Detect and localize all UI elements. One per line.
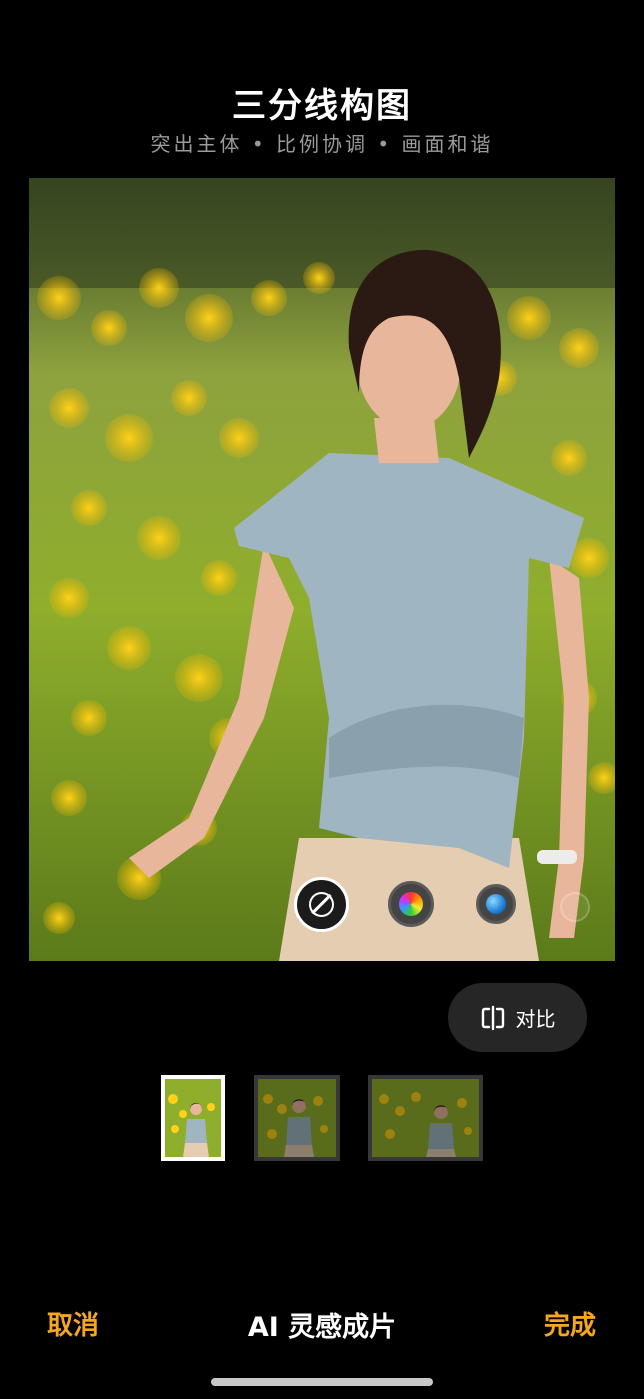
no-filter-icon bbox=[309, 892, 334, 917]
main-photo-preview bbox=[29, 178, 615, 961]
blue-filter-icon bbox=[486, 894, 506, 914]
cancel-button[interactable]: 取消 bbox=[47, 1305, 99, 1342]
blue-filter-button[interactable] bbox=[476, 884, 516, 924]
photo-image bbox=[29, 178, 615, 961]
compare-split-icon bbox=[481, 1005, 504, 1030]
multicolor-filter-button[interactable] bbox=[388, 881, 434, 927]
thumbnail-landscape[interactable] bbox=[368, 1075, 483, 1161]
done-button[interactable]: 完成 bbox=[544, 1305, 596, 1342]
page-title: 三分线构图 bbox=[232, 86, 412, 126]
page-subtitle: 突出主体 • 比例协调 • 画面和谐 bbox=[150, 132, 494, 156]
home-indicator[interactable] bbox=[211, 1378, 433, 1386]
thumbnail-image bbox=[372, 1079, 479, 1157]
thumbnail-image bbox=[165, 1079, 221, 1157]
compare-button[interactable]: 对比 bbox=[448, 983, 587, 1052]
multicolor-filter-icon bbox=[399, 892, 423, 916]
thumbnail-portrait[interactable] bbox=[161, 1075, 225, 1161]
no-filter-button[interactable] bbox=[294, 877, 349, 932]
thumbnail-image bbox=[258, 1079, 336, 1157]
faded-filter-button[interactable] bbox=[560, 892, 590, 922]
compare-label: 对比 bbox=[515, 1007, 556, 1031]
thumbnail-square[interactable] bbox=[254, 1075, 340, 1161]
